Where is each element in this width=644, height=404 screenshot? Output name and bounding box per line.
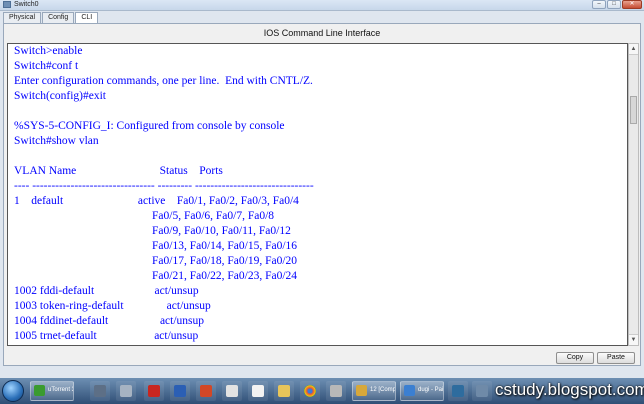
- taskbar: uTorrent 3.2 12 [Compa... dugi - Paint c…: [0, 378, 644, 404]
- window-controls: – □ ✕: [592, 0, 642, 10]
- taskbar-item-utorrent[interactable]: uTorrent 3.2: [30, 381, 74, 401]
- utorrent-icon: [34, 385, 45, 396]
- tab-physical[interactable]: Physical: [3, 12, 42, 23]
- cli-output[interactable]: Switch>enable Switch#conf t Enter config…: [8, 44, 627, 344]
- taskbar-item-paint[interactable]: dugi - Paint: [400, 381, 444, 401]
- taskbar-icon-network[interactable]: [90, 381, 110, 401]
- folder-icon: [278, 385, 290, 397]
- pdf-icon: [148, 385, 160, 397]
- switch-icon: [3, 1, 11, 8]
- chrome-icon: [304, 385, 316, 397]
- calculator-icon: [120, 385, 132, 397]
- taskbar-icon-word[interactable]: [170, 381, 190, 401]
- tab-bar: Physical Config CLI: [3, 12, 99, 24]
- document-icon: [356, 385, 367, 396]
- taskbar-icon-network-2[interactable]: [472, 381, 492, 401]
- scrollbar-thumb[interactable]: [630, 96, 637, 124]
- cli-panel: IOS Command Line Interface Switch>enable…: [3, 23, 641, 366]
- cli-console[interactable]: Switch>enable Switch#conf t Enter config…: [7, 43, 628, 346]
- copy-button[interactable]: Copy: [556, 352, 594, 364]
- title-bar: Switch0 – □ ✕: [0, 0, 644, 11]
- maximize-button[interactable]: □: [607, 0, 621, 9]
- taskbar-item-label: dugi - Paint: [418, 387, 443, 393]
- taskbar-icon-app[interactable]: [326, 381, 346, 401]
- taskbar-item-label: uTorrent 3.2: [48, 387, 73, 393]
- network-icon: [94, 385, 106, 397]
- taskbar-icon-packet-tracer[interactable]: [448, 381, 468, 401]
- scroll-down-arrow-icon[interactable]: ▼: [629, 334, 638, 345]
- taskbar-icon-media[interactable]: [222, 381, 242, 401]
- taskbar-icon-folder[interactable]: [274, 381, 294, 401]
- close-button[interactable]: ✕: [622, 0, 642, 9]
- paint-icon: [404, 385, 415, 396]
- start-button[interactable]: [2, 380, 24, 402]
- tab-config[interactable]: Config: [42, 12, 75, 23]
- taskbar-item-label: 12 [Compa...: [370, 387, 395, 393]
- window-title: Switch0: [14, 1, 39, 8]
- taskbar-icon-powerpoint[interactable]: [196, 381, 216, 401]
- app-icon: [330, 385, 342, 397]
- network-icon: [476, 385, 488, 397]
- taskbar-icon-calculator[interactable]: [116, 381, 136, 401]
- scroll-up-arrow-icon[interactable]: ▲: [629, 44, 638, 55]
- media-player-icon: [226, 385, 238, 397]
- word-icon: [174, 385, 186, 397]
- taskbar-icon-chrome[interactable]: [300, 381, 320, 401]
- calendar-icon: [252, 385, 264, 397]
- cli-header: IOS Command Line Interface: [263, 28, 381, 38]
- app-window: Switch0 – □ ✕ Physical Config CLI IOS Co…: [0, 0, 644, 378]
- packet-tracer-icon: [452, 385, 464, 397]
- minimize-button[interactable]: –: [592, 0, 606, 9]
- taskbar-icon-pdf[interactable]: [144, 381, 164, 401]
- paste-button[interactable]: Paste: [597, 352, 635, 364]
- powerpoint-icon: [200, 385, 212, 397]
- taskbar-item-compare[interactable]: 12 [Compa...: [352, 381, 396, 401]
- taskbar-icon-calendar[interactable]: [248, 381, 268, 401]
- cli-scrollbar[interactable]: ▲ ▼: [628, 43, 639, 346]
- watermark-text: cstudy.blogspot.com: [495, 380, 644, 399]
